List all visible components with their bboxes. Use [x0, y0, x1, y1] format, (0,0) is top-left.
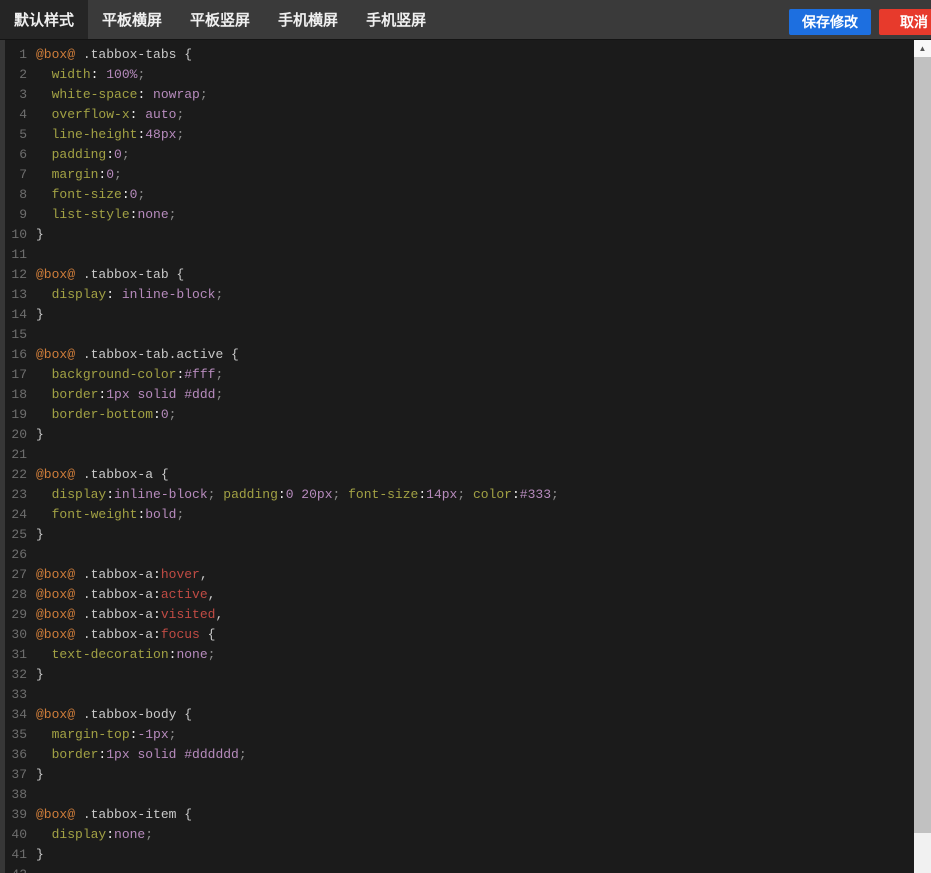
tab-tablet-landscape[interactable]: 平板横屏 — [88, 0, 176, 39]
code-line[interactable]: 20} — [0, 425, 914, 445]
code-line[interactable]: 34@box@ .tabbox-body { — [0, 705, 914, 725]
code-line[interactable]: 38 — [0, 785, 914, 805]
code-line[interactable]: 35 margin-top:-1px; — [0, 725, 914, 745]
code-line[interactable]: 7 margin:0; — [0, 165, 914, 185]
code-line[interactable]: 22@box@ .tabbox-a { — [0, 465, 914, 485]
style-tabs: 默认样式平板横屏平板竖屏手机横屏手机竖屏 — [0, 0, 440, 39]
code-line[interactable]: 9 list-style:none; — [0, 205, 914, 225]
code-text: @box@ .tabbox-tab.active { — [36, 345, 239, 365]
code-line[interactable]: 32} — [0, 665, 914, 685]
code-line[interactable]: 29@box@ .tabbox-a:visited, — [0, 605, 914, 625]
code-text: display:inline-block; padding:0 20px; fo… — [36, 485, 559, 505]
code-line[interactable]: 13 display: inline-block; — [0, 285, 914, 305]
code-text: @box@ .tabbox-a:hover, — [36, 565, 208, 585]
code-line[interactable]: 27@box@ .tabbox-a:hover, — [0, 565, 914, 585]
tab-default-style[interactable]: 默认样式 — [0, 0, 88, 39]
scroll-up-arrow-icon: ▲ — [919, 44, 927, 53]
editor-scrollbar[interactable]: ▲ — [914, 40, 931, 873]
code-line[interactable]: 26 — [0, 545, 914, 565]
code-line[interactable]: 28@box@ .tabbox-a:active, — [0, 585, 914, 605]
code-text: font-weight:bold; — [36, 505, 184, 525]
code-line[interactable]: 31 text-decoration:none; — [0, 645, 914, 665]
code-line[interactable]: 30@box@ .tabbox-a:focus { — [0, 625, 914, 645]
save-changes-button[interactable]: 保存修改 — [789, 9, 871, 35]
code-text: } — [36, 225, 44, 245]
code-line[interactable]: 11 — [0, 245, 914, 265]
code-text: @box@ .tabbox-tabs { — [36, 45, 192, 65]
code-line[interactable]: 42 — [0, 865, 914, 873]
code-line[interactable]: 14} — [0, 305, 914, 325]
code-line[interactable]: 40 display:none; — [0, 825, 914, 845]
code-text: @box@ .tabbox-tab { — [36, 265, 184, 285]
scrollbar-thumb[interactable] — [914, 57, 931, 833]
code-line[interactable]: 10} — [0, 225, 914, 245]
code-line[interactable]: 25} — [0, 525, 914, 545]
code-lines: 1@box@ .tabbox-tabs {2 width: 100%;3 whi… — [0, 45, 914, 873]
code-text: border:1px solid #ddd; — [36, 385, 223, 405]
code-line[interactable]: 16@box@ .tabbox-tab.active { — [0, 345, 914, 365]
code-text: @box@ .tabbox-a:visited, — [36, 605, 223, 625]
code-text: } — [36, 665, 44, 685]
tab-phone-landscape[interactable]: 手机横屏 — [264, 0, 352, 39]
code-line[interactable]: 33 — [0, 685, 914, 705]
code-text: overflow-x: auto; — [36, 105, 184, 125]
code-text: @box@ .tabbox-item { — [36, 805, 192, 825]
code-line[interactable]: 5 line-height:48px; — [0, 125, 914, 145]
scroll-up-button[interactable]: ▲ — [914, 40, 931, 57]
code-line[interactable]: 1@box@ .tabbox-tabs { — [0, 45, 914, 65]
code-line[interactable]: 39@box@ .tabbox-item { — [0, 805, 914, 825]
code-text: } — [36, 425, 44, 445]
code-text: display: inline-block; — [36, 285, 223, 305]
code-text: font-size:0; — [36, 185, 145, 205]
code-line[interactable]: 37} — [0, 765, 914, 785]
code-line[interactable]: 4 overflow-x: auto; — [0, 105, 914, 125]
code-text: margin:0; — [36, 165, 122, 185]
tab-tablet-portrait[interactable]: 平板竖屏 — [176, 0, 264, 39]
code-text: background-color:#fff; — [36, 365, 223, 385]
code-line[interactable]: 15 — [0, 325, 914, 345]
code-line[interactable]: 3 white-space: nowrap; — [0, 85, 914, 105]
code-text: text-decoration:none; — [36, 645, 215, 665]
code-text: line-height:48px; — [36, 125, 184, 145]
code-line[interactable]: 36 border:1px solid #dddddd; — [0, 745, 914, 765]
css-code-editor[interactable]: 1@box@ .tabbox-tabs {2 width: 100%;3 whi… — [0, 40, 914, 873]
code-line[interactable]: 8 font-size:0; — [0, 185, 914, 205]
code-text: margin-top:-1px; — [36, 725, 176, 745]
code-text: } — [36, 845, 44, 865]
code-line[interactable]: 19 border-bottom:0; — [0, 405, 914, 425]
code-text: display:none; — [36, 825, 153, 845]
code-line[interactable]: 24 font-weight:bold; — [0, 505, 914, 525]
code-text: border-bottom:0; — [36, 405, 176, 425]
tab-phone-portrait[interactable]: 手机竖屏 — [352, 0, 440, 39]
code-text: padding:0; — [36, 145, 130, 165]
code-text: border:1px solid #dddddd; — [36, 745, 247, 765]
code-text: width: 100%; — [36, 65, 145, 85]
code-text: @box@ .tabbox-body { — [36, 705, 192, 725]
code-text: white-space: nowrap; — [36, 85, 208, 105]
code-text: } — [36, 765, 44, 785]
code-line[interactable]: 23 display:inline-block; padding:0 20px;… — [0, 485, 914, 505]
code-line[interactable]: 17 background-color:#fff; — [0, 365, 914, 385]
code-text: @box@ .tabbox-a:focus { — [36, 625, 215, 645]
code-line[interactable]: 18 border:1px solid #ddd; — [0, 385, 914, 405]
code-text: } — [36, 525, 44, 545]
code-text: } — [36, 305, 44, 325]
code-text: @box@ .tabbox-a:active, — [36, 585, 215, 605]
code-text: list-style:none; — [36, 205, 176, 225]
code-line[interactable]: 21 — [0, 445, 914, 465]
editor-left-strip — [0, 40, 5, 873]
code-line[interactable]: 41} — [0, 845, 914, 865]
code-line[interactable]: 12@box@ .tabbox-tab { — [0, 265, 914, 285]
code-line[interactable]: 6 padding:0; — [0, 145, 914, 165]
code-line[interactable]: 2 width: 100%; — [0, 65, 914, 85]
style-tabs-bar: 默认样式平板横屏平板竖屏手机横屏手机竖屏 保存修改 取消 — [0, 0, 931, 40]
code-text: @box@ .tabbox-a { — [36, 465, 169, 485]
cancel-button[interactable]: 取消 — [879, 9, 931, 35]
